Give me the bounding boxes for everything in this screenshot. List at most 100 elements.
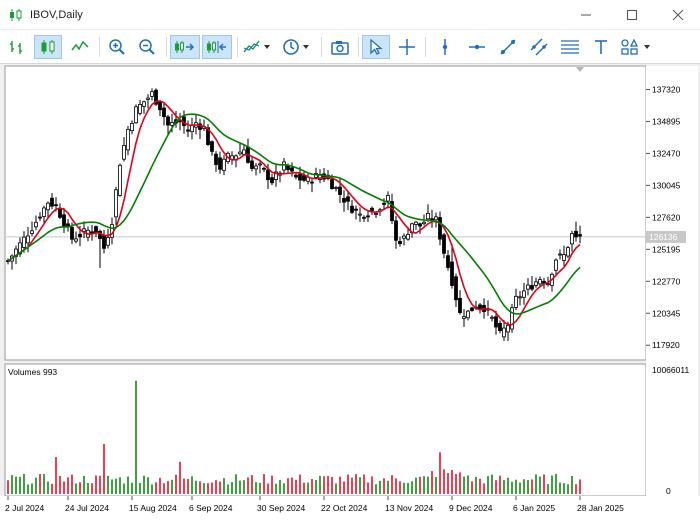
candle bbox=[294, 174, 298, 178]
zoom-out-button[interactable] bbox=[134, 35, 160, 59]
candle bbox=[458, 297, 462, 314]
candle bbox=[162, 107, 166, 118]
time-tick-label: 28 Jan 2025 bbox=[577, 503, 624, 513]
auto-scroll-button[interactable] bbox=[170, 35, 200, 59]
candle bbox=[506, 325, 510, 333]
chart-window: 137320 134895 132470 130045 127620 125195 1227… bbox=[0, 64, 700, 518]
candle bbox=[34, 221, 38, 228]
crosshair-button[interactable] bbox=[394, 35, 420, 59]
price-chart[interactable]: 137320 134895 132470 130045 127620 125195 1227… bbox=[0, 64, 700, 518]
zoom-in-icon bbox=[109, 39, 125, 55]
chart-shift-button[interactable] bbox=[202, 35, 232, 59]
shapes-button[interactable] bbox=[618, 35, 656, 59]
periods-button[interactable] bbox=[279, 35, 315, 59]
vertical-line-button[interactable] bbox=[432, 35, 458, 59]
maximize-icon bbox=[627, 10, 637, 20]
price-tick-label: 120345 bbox=[652, 308, 681, 318]
candle bbox=[302, 175, 306, 181]
channel-button[interactable] bbox=[526, 35, 552, 59]
candle bbox=[50, 197, 54, 207]
candle bbox=[290, 167, 294, 172]
current-price-label: 126136 bbox=[649, 232, 678, 242]
candle bbox=[190, 124, 194, 133]
fibonacci-icon bbox=[561, 40, 579, 54]
candle bbox=[518, 296, 522, 299]
candle bbox=[62, 214, 66, 227]
toolbar-separator bbox=[321, 37, 322, 57]
time-tick-label: 24 Jul 2024 bbox=[65, 503, 109, 513]
candle bbox=[210, 141, 214, 152]
candle bbox=[166, 116, 170, 126]
volume-panel bbox=[4, 363, 647, 497]
candle bbox=[70, 226, 74, 240]
candle bbox=[114, 189, 118, 218]
candle bbox=[386, 195, 390, 202]
candle bbox=[218, 157, 222, 170]
candle bbox=[574, 230, 578, 238]
price-tick-label: 122770 bbox=[652, 276, 681, 286]
toolbar-separator bbox=[99, 37, 100, 57]
candle bbox=[142, 101, 146, 107]
window-titlebar: IBOV,Daily bbox=[0, 0, 700, 30]
candle bbox=[266, 169, 270, 181]
time-tick-label: 22 Oct 2024 bbox=[321, 503, 368, 513]
candle bbox=[446, 255, 450, 268]
candle bbox=[522, 290, 526, 298]
candle bbox=[330, 179, 334, 190]
horizontal-line-button[interactable] bbox=[464, 35, 490, 59]
maximize-button[interactable] bbox=[610, 0, 654, 30]
candle bbox=[158, 101, 162, 111]
minimize-button[interactable] bbox=[564, 0, 608, 30]
candle bbox=[530, 285, 534, 290]
candlestick-chart-button[interactable] bbox=[34, 35, 62, 59]
candle bbox=[394, 220, 398, 241]
candle bbox=[490, 316, 494, 319]
candle bbox=[282, 161, 286, 171]
candle bbox=[502, 327, 506, 338]
line-chart-icon bbox=[71, 40, 89, 51]
camera-icon bbox=[331, 41, 349, 55]
candle bbox=[382, 202, 386, 205]
time-tick-label: 6 Sep 2024 bbox=[189, 503, 233, 513]
price-tick-label: 132470 bbox=[652, 148, 681, 158]
bar-chart-button[interactable] bbox=[5, 35, 29, 59]
candle bbox=[310, 181, 314, 184]
channel-icon bbox=[530, 38, 548, 56]
close-button[interactable] bbox=[656, 0, 700, 30]
fibonacci-button[interactable] bbox=[557, 35, 583, 59]
candle bbox=[186, 129, 190, 132]
candle bbox=[46, 202, 50, 211]
volume-axis-min: 0 bbox=[666, 486, 671, 496]
candle bbox=[26, 235, 30, 244]
candle bbox=[450, 261, 454, 286]
candle bbox=[130, 123, 134, 132]
volume-label: Volumes 993 bbox=[8, 367, 57, 377]
candle bbox=[498, 323, 502, 332]
candle bbox=[262, 167, 266, 170]
candle bbox=[418, 223, 422, 227]
candle bbox=[366, 215, 370, 218]
candle bbox=[250, 160, 254, 169]
candle bbox=[254, 165, 258, 170]
candle bbox=[578, 234, 582, 237]
candle bbox=[462, 316, 466, 319]
zoom-in-button[interactable] bbox=[104, 35, 130, 59]
trendline-button[interactable] bbox=[495, 35, 521, 59]
candle bbox=[434, 216, 438, 221]
text-button[interactable] bbox=[589, 35, 613, 59]
candle bbox=[350, 205, 354, 213]
price-tick-label: 137320 bbox=[652, 84, 681, 94]
candle bbox=[106, 237, 110, 246]
time-tick-label: 15 Aug 2024 bbox=[129, 503, 177, 513]
candle bbox=[546, 283, 550, 286]
candle bbox=[38, 216, 42, 219]
price-tick-label: 127620 bbox=[652, 212, 681, 222]
candle bbox=[374, 213, 378, 215]
candle bbox=[54, 204, 58, 207]
toolbar-separator bbox=[358, 37, 359, 57]
line-chart-button[interactable] bbox=[66, 35, 94, 59]
indicators-button[interactable] bbox=[241, 35, 275, 59]
cursor-button[interactable] bbox=[362, 35, 390, 59]
screenshot-button[interactable] bbox=[327, 35, 353, 59]
candle bbox=[402, 235, 406, 239]
